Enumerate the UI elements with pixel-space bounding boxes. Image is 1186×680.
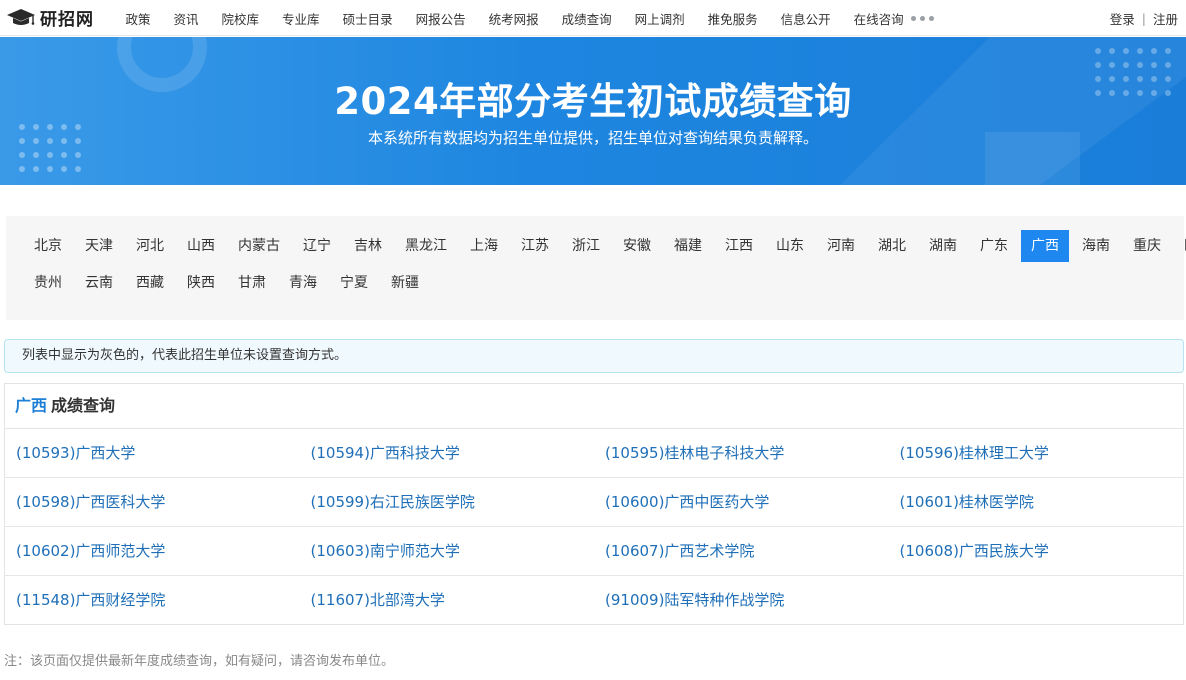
nav-link[interactable]: 在线咨询: [854, 9, 904, 28]
province-tab[interactable]: 广东: [974, 230, 1014, 262]
nav-link[interactable]: 成绩查询: [562, 9, 612, 28]
results-panel: 广西 成绩查询 (10593)广西大学 (10594)广西科技大学 (10595)桂林…: [4, 383, 1184, 625]
top-nav: 研招网 政策 资讯 院校库 专业库 硕士目录 网报公告 统考网报 成绩查询 网上调剂 推免服务 信息…: [0, 0, 1186, 36]
province-tab[interactable]: 辽宁: [297, 230, 337, 262]
province-tab[interactable]: 河南: [821, 230, 861, 262]
university-link[interactable]: (10608)广西民族大学: [889, 527, 1184, 576]
university-link[interactable]: (11607)北部湾大学: [300, 576, 595, 625]
province-tab[interactable]: 山西: [181, 230, 221, 262]
info-notice: 列表中显示为灰色的，代表此招生单位未设置查询方式。: [4, 339, 1184, 373]
province-tab[interactable]: 湖北: [872, 230, 912, 262]
nav-link[interactable]: 统考网报: [489, 9, 539, 28]
logo-text: 研招网: [40, 9, 94, 30]
province-tab[interactable]: 新疆: [385, 267, 425, 299]
nav-link[interactable]: 网上调剂: [635, 9, 685, 28]
page-title: 2024年部分考生初试成绩查询: [334, 80, 852, 123]
province-tab[interactable]: 贵州: [28, 267, 68, 299]
province-tab[interactable]: 吉林: [348, 230, 388, 262]
university-link[interactable]: (10601)桂林医学院: [889, 478, 1184, 527]
province-tab[interactable]: 山东: [770, 230, 810, 262]
province-tab[interactable]: 天津: [79, 230, 119, 262]
province-tab[interactable]: 重庆: [1127, 230, 1167, 262]
table-row: (11548)广西财经学院 (11607)北部湾大学 (91009)陆军特种作战学院: [5, 576, 1183, 625]
results-table: (10593)广西大学 (10594)广西科技大学 (10595)桂林电子科技大学(…: [5, 429, 1183, 625]
province-row: 贵州 云南 西藏 陕西 甘肃 青海 宁夏 新疆: [28, 267, 436, 299]
results-province: 广西: [15, 396, 48, 415]
province-tab[interactable]: 宁夏: [334, 267, 374, 299]
empty-cell: [889, 576, 1184, 625]
university-link[interactable]: (10594)广西科技大学: [300, 429, 595, 478]
table-row: (10598)广西医科大学 (10599)右江民族医学院 (10600)广西中医药大…: [5, 478, 1183, 527]
province-tab[interactable]: 北京: [28, 230, 68, 262]
province-tab[interactable]: 青海: [283, 267, 323, 299]
auth-separator: |: [1141, 10, 1146, 26]
province-tab[interactable]: 江西: [719, 230, 759, 262]
table-row: (10602)广西师范大学 (10603)南宁师范大学 (10607)广西艺术学院(…: [5, 527, 1183, 576]
province-tab[interactable]: 福建: [668, 230, 708, 262]
nav-link[interactable]: 硕士目录: [343, 9, 393, 28]
province-row: 北京 天津 河北 山西 内蒙古 辽宁 吉林 黑龙江 上海 江苏 浙江 安徽 福建 江西 山东 河南 湖北 湖南 广东…: [28, 230, 1186, 262]
nav-link[interactable]: 政策: [126, 9, 151, 28]
nav-link[interactable]: 院校库: [222, 9, 260, 28]
university-link[interactable]: (10603)南宁师范大学: [300, 527, 595, 576]
province-tab[interactable]: 云南: [79, 267, 119, 299]
university-link[interactable]: (10599)右江民族医学院: [300, 478, 595, 527]
university-link[interactable]: (91009)陆军特种作战学院: [594, 576, 889, 625]
footnote: 注：该页面仅提供最新年度成绩查询，如有疑问，请咨询发布单位。: [4, 654, 395, 669]
more-dots-icon[interactable]: [911, 16, 938, 21]
nav-link[interactable]: 资讯: [174, 9, 199, 28]
banner: 2024年部分考生初试成绩查询 本系统所有数据均为招生单位提供，招生单位对查询结…: [0, 37, 1186, 185]
province-tab[interactable]: 黑龙江: [399, 230, 453, 262]
province-tab[interactable]: 西藏: [130, 267, 170, 299]
register-link[interactable]: 注册: [1153, 9, 1178, 28]
province-tab[interactable]: 浙江: [566, 230, 606, 262]
results-heading: 广西 成绩查询: [5, 384, 1183, 429]
main-nav: 政策 资讯 院校库 专业库 硕士目录 网报公告 统考网报 成绩查询 网上调剂 推免服务 信息公开 在线…: [114, 0, 915, 36]
province-tab[interactable]: 湖南: [923, 230, 963, 262]
results-heading-text: 成绩查询: [51, 396, 116, 415]
university-link[interactable]: (10600)广西中医药大学: [594, 478, 889, 527]
university-link[interactable]: (10602)广西师范大学: [5, 527, 300, 576]
province-tab[interactable]: 海南: [1076, 230, 1116, 262]
province-tab[interactable]: 上海: [464, 230, 504, 262]
province-tab-selected[interactable]: 广西: [1021, 230, 1069, 262]
site-logo[interactable]: 研招网: [6, 5, 94, 30]
province-tab[interactable]: 江苏: [515, 230, 555, 262]
nav-link[interactable]: 专业库: [282, 9, 320, 28]
province-tab[interactable]: 安徽: [617, 230, 657, 262]
university-link[interactable]: (10593)广西大学: [5, 429, 300, 478]
university-link[interactable]: (10596)桂林理工大学: [889, 429, 1184, 478]
graduation-cap-icon: [6, 6, 36, 28]
province-tab[interactable]: 河北: [130, 230, 170, 262]
table-row: (10593)广西大学 (10594)广西科技大学 (10595)桂林电子科技大学(…: [5, 429, 1183, 478]
nav-link[interactable]: 网报公告: [416, 9, 466, 28]
university-link[interactable]: (11548)广西财经学院: [5, 576, 300, 625]
province-tab[interactable]: 四川: [1178, 230, 1186, 262]
page-subtitle: 本系统所有数据均为招生单位提供，招生单位对查询结果负责解释。: [367, 129, 818, 147]
province-tab[interactable]: 甘肃: [232, 267, 272, 299]
university-link[interactable]: (10598)广西医科大学: [5, 478, 300, 527]
nav-link[interactable]: 信息公开: [781, 9, 831, 28]
province-tab[interactable]: 内蒙古: [232, 230, 286, 262]
login-link[interactable]: 登录: [1110, 9, 1135, 28]
university-link[interactable]: (10595)桂林电子科技大学: [594, 429, 889, 478]
province-tab[interactable]: 陕西: [181, 267, 221, 299]
university-link[interactable]: (10607)广西艺术学院: [594, 527, 889, 576]
auth-links: 登录 | 注册: [1110, 0, 1178, 36]
province-selector: 北京 天津 河北 山西 内蒙古 辽宁 吉林 黑龙江 上海 江苏 浙江 安徽 福建 江西 山东 河南 湖北 湖南 广东…: [6, 216, 1186, 320]
nav-link[interactable]: 推免服务: [708, 9, 758, 28]
